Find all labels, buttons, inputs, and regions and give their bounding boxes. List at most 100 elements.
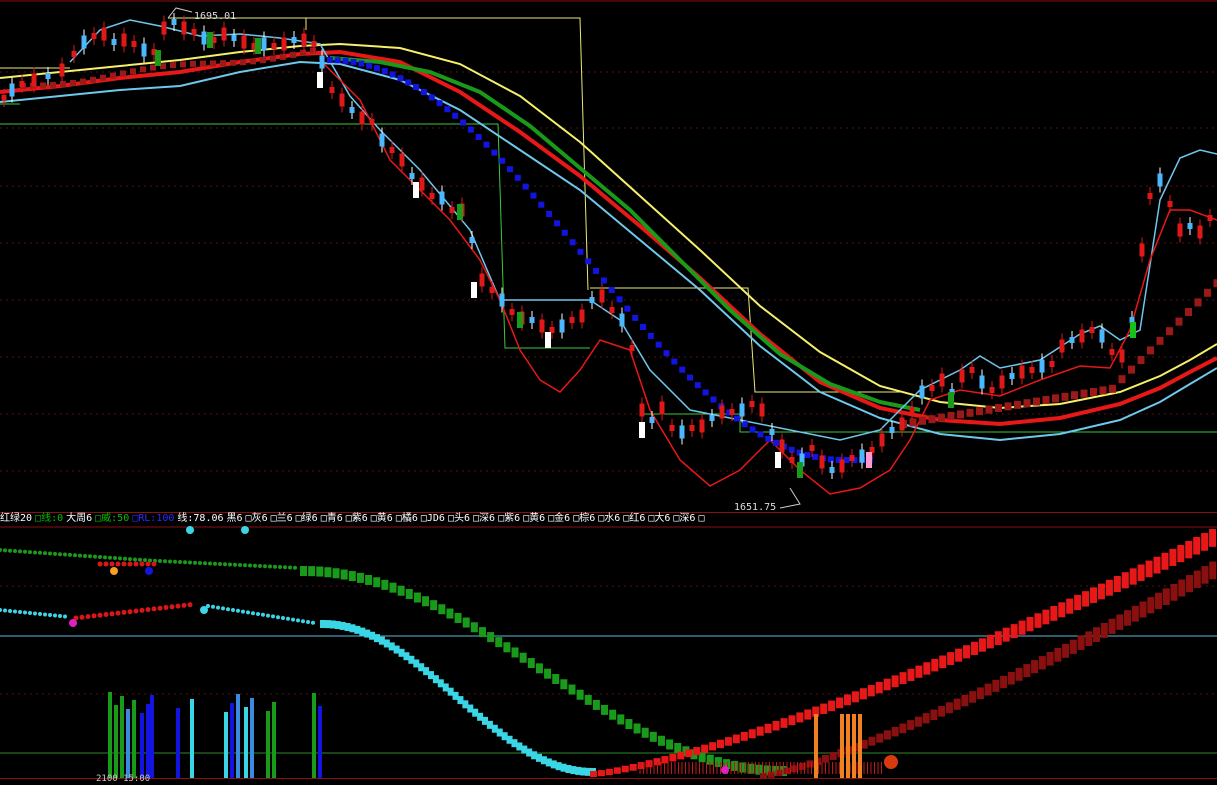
- candle-body: [760, 404, 765, 417]
- cyan-dot: [291, 618, 295, 622]
- green-dot: [13, 549, 17, 553]
- candle-body: [740, 404, 745, 417]
- green-bar: [365, 575, 372, 585]
- cyan-dot: [3, 609, 7, 613]
- green-dot: [73, 553, 77, 557]
- maroon-dot: [210, 60, 216, 66]
- legend-item: □青6: [321, 513, 343, 524]
- legend-item: □橘6: [396, 513, 418, 524]
- blue-dot: [460, 119, 466, 125]
- candle-body: [1168, 201, 1173, 207]
- red-bar: [1169, 549, 1176, 566]
- candle-body: [162, 22, 167, 35]
- candle-body: [1158, 174, 1163, 187]
- cyan-dot: [226, 607, 230, 611]
- indicator-legend: 红绿20□线:0大周6□威:50□RL:100线:78.06黑6□灰6□兰6□绿…: [0, 512, 1217, 526]
- candle-body: [192, 29, 197, 35]
- blue-dot: [710, 396, 716, 402]
- candlesticks[interactable]: [2, 13, 1213, 479]
- blue-dot: [374, 65, 380, 71]
- candle-body: [866, 452, 872, 468]
- signal-bar: [120, 696, 124, 778]
- red-bar: [955, 649, 962, 662]
- red-bar: [804, 710, 811, 720]
- indicator-subchart[interactable]: [0, 526, 1217, 778]
- signal-bar: [224, 712, 228, 778]
- red-bar: [1193, 537, 1200, 555]
- red-bar: [1011, 624, 1018, 638]
- cyan-signal-dot-3: [200, 606, 208, 614]
- maroon-bar: [1163, 588, 1170, 605]
- green-dot: [213, 562, 217, 566]
- maroon-dot: [60, 81, 66, 87]
- signal-bar: [140, 713, 144, 778]
- red-bar: [598, 770, 605, 776]
- legend-item: □深6: [673, 513, 695, 524]
- candle-body: [60, 64, 65, 77]
- red-bar: [1177, 545, 1184, 562]
- green-dot: [33, 550, 37, 554]
- blue-dot: [648, 333, 654, 339]
- blue-dot: [570, 239, 576, 245]
- main-price-chart[interactable]: [0, 0, 1217, 512]
- blue-dot: [742, 421, 748, 427]
- maroon-dot: [1014, 401, 1021, 409]
- grid-lines: [0, 72, 1217, 471]
- green-bar: [560, 679, 567, 689]
- candle-body: [1208, 215, 1213, 221]
- green-dot: [98, 555, 102, 559]
- green-dot: [38, 551, 42, 555]
- red-bar: [1050, 606, 1057, 621]
- maroon-dot: [967, 409, 974, 417]
- candle-body: [1090, 327, 1095, 333]
- blue-dot: [484, 142, 490, 148]
- candle-body: [540, 320, 545, 333]
- candle-body: [948, 392, 954, 408]
- red-bar: [1209, 529, 1216, 547]
- maroon-bar: [1062, 644, 1069, 658]
- legend-item: 线:78.06: [177, 513, 223, 524]
- green-bar: [357, 573, 364, 583]
- red-dot: [140, 562, 145, 567]
- candle-body: [780, 440, 785, 453]
- candle-body: [510, 309, 515, 315]
- red-dot: [98, 562, 103, 567]
- green-dot: [273, 565, 277, 569]
- red-bar: [725, 737, 732, 746]
- maroon-bar: [1101, 623, 1108, 638]
- orange-signal-dot: [110, 567, 118, 575]
- green-dot: [198, 561, 202, 565]
- candle-body: [1148, 193, 1153, 199]
- red-bar: [1074, 595, 1081, 610]
- candle-body: [1198, 226, 1203, 239]
- maroon-dot: [1071, 391, 1078, 399]
- green-dot: [58, 552, 62, 556]
- red-bar: [606, 769, 613, 775]
- blue-dot: [593, 268, 599, 274]
- legend-item: □: [698, 513, 704, 524]
- red-dot: [176, 604, 181, 609]
- red-dot: [128, 609, 133, 614]
- red-dot: [92, 613, 97, 618]
- green-bar: [381, 580, 388, 590]
- blue-dot: [703, 389, 709, 395]
- green-dot: [268, 565, 272, 569]
- candle-body: [830, 467, 835, 473]
- red-bar: [892, 675, 899, 687]
- maroon-dot: [938, 414, 945, 422]
- maroon-bar: [1155, 593, 1162, 609]
- cyan-dot: [276, 615, 280, 619]
- candle-body: [890, 427, 895, 433]
- candle-body: [1020, 366, 1025, 379]
- red-bar: [733, 735, 740, 744]
- cyan-dot: [241, 610, 245, 614]
- cyan-dot: [8, 609, 12, 613]
- green-bar: [349, 571, 356, 581]
- signal-bar: [852, 714, 856, 778]
- green-dot: [218, 562, 222, 566]
- blue-dot: [624, 306, 630, 312]
- blue-dot: [687, 375, 693, 381]
- green-bar: [601, 705, 608, 715]
- candle-body: [1040, 360, 1045, 373]
- red-dot: [80, 615, 85, 620]
